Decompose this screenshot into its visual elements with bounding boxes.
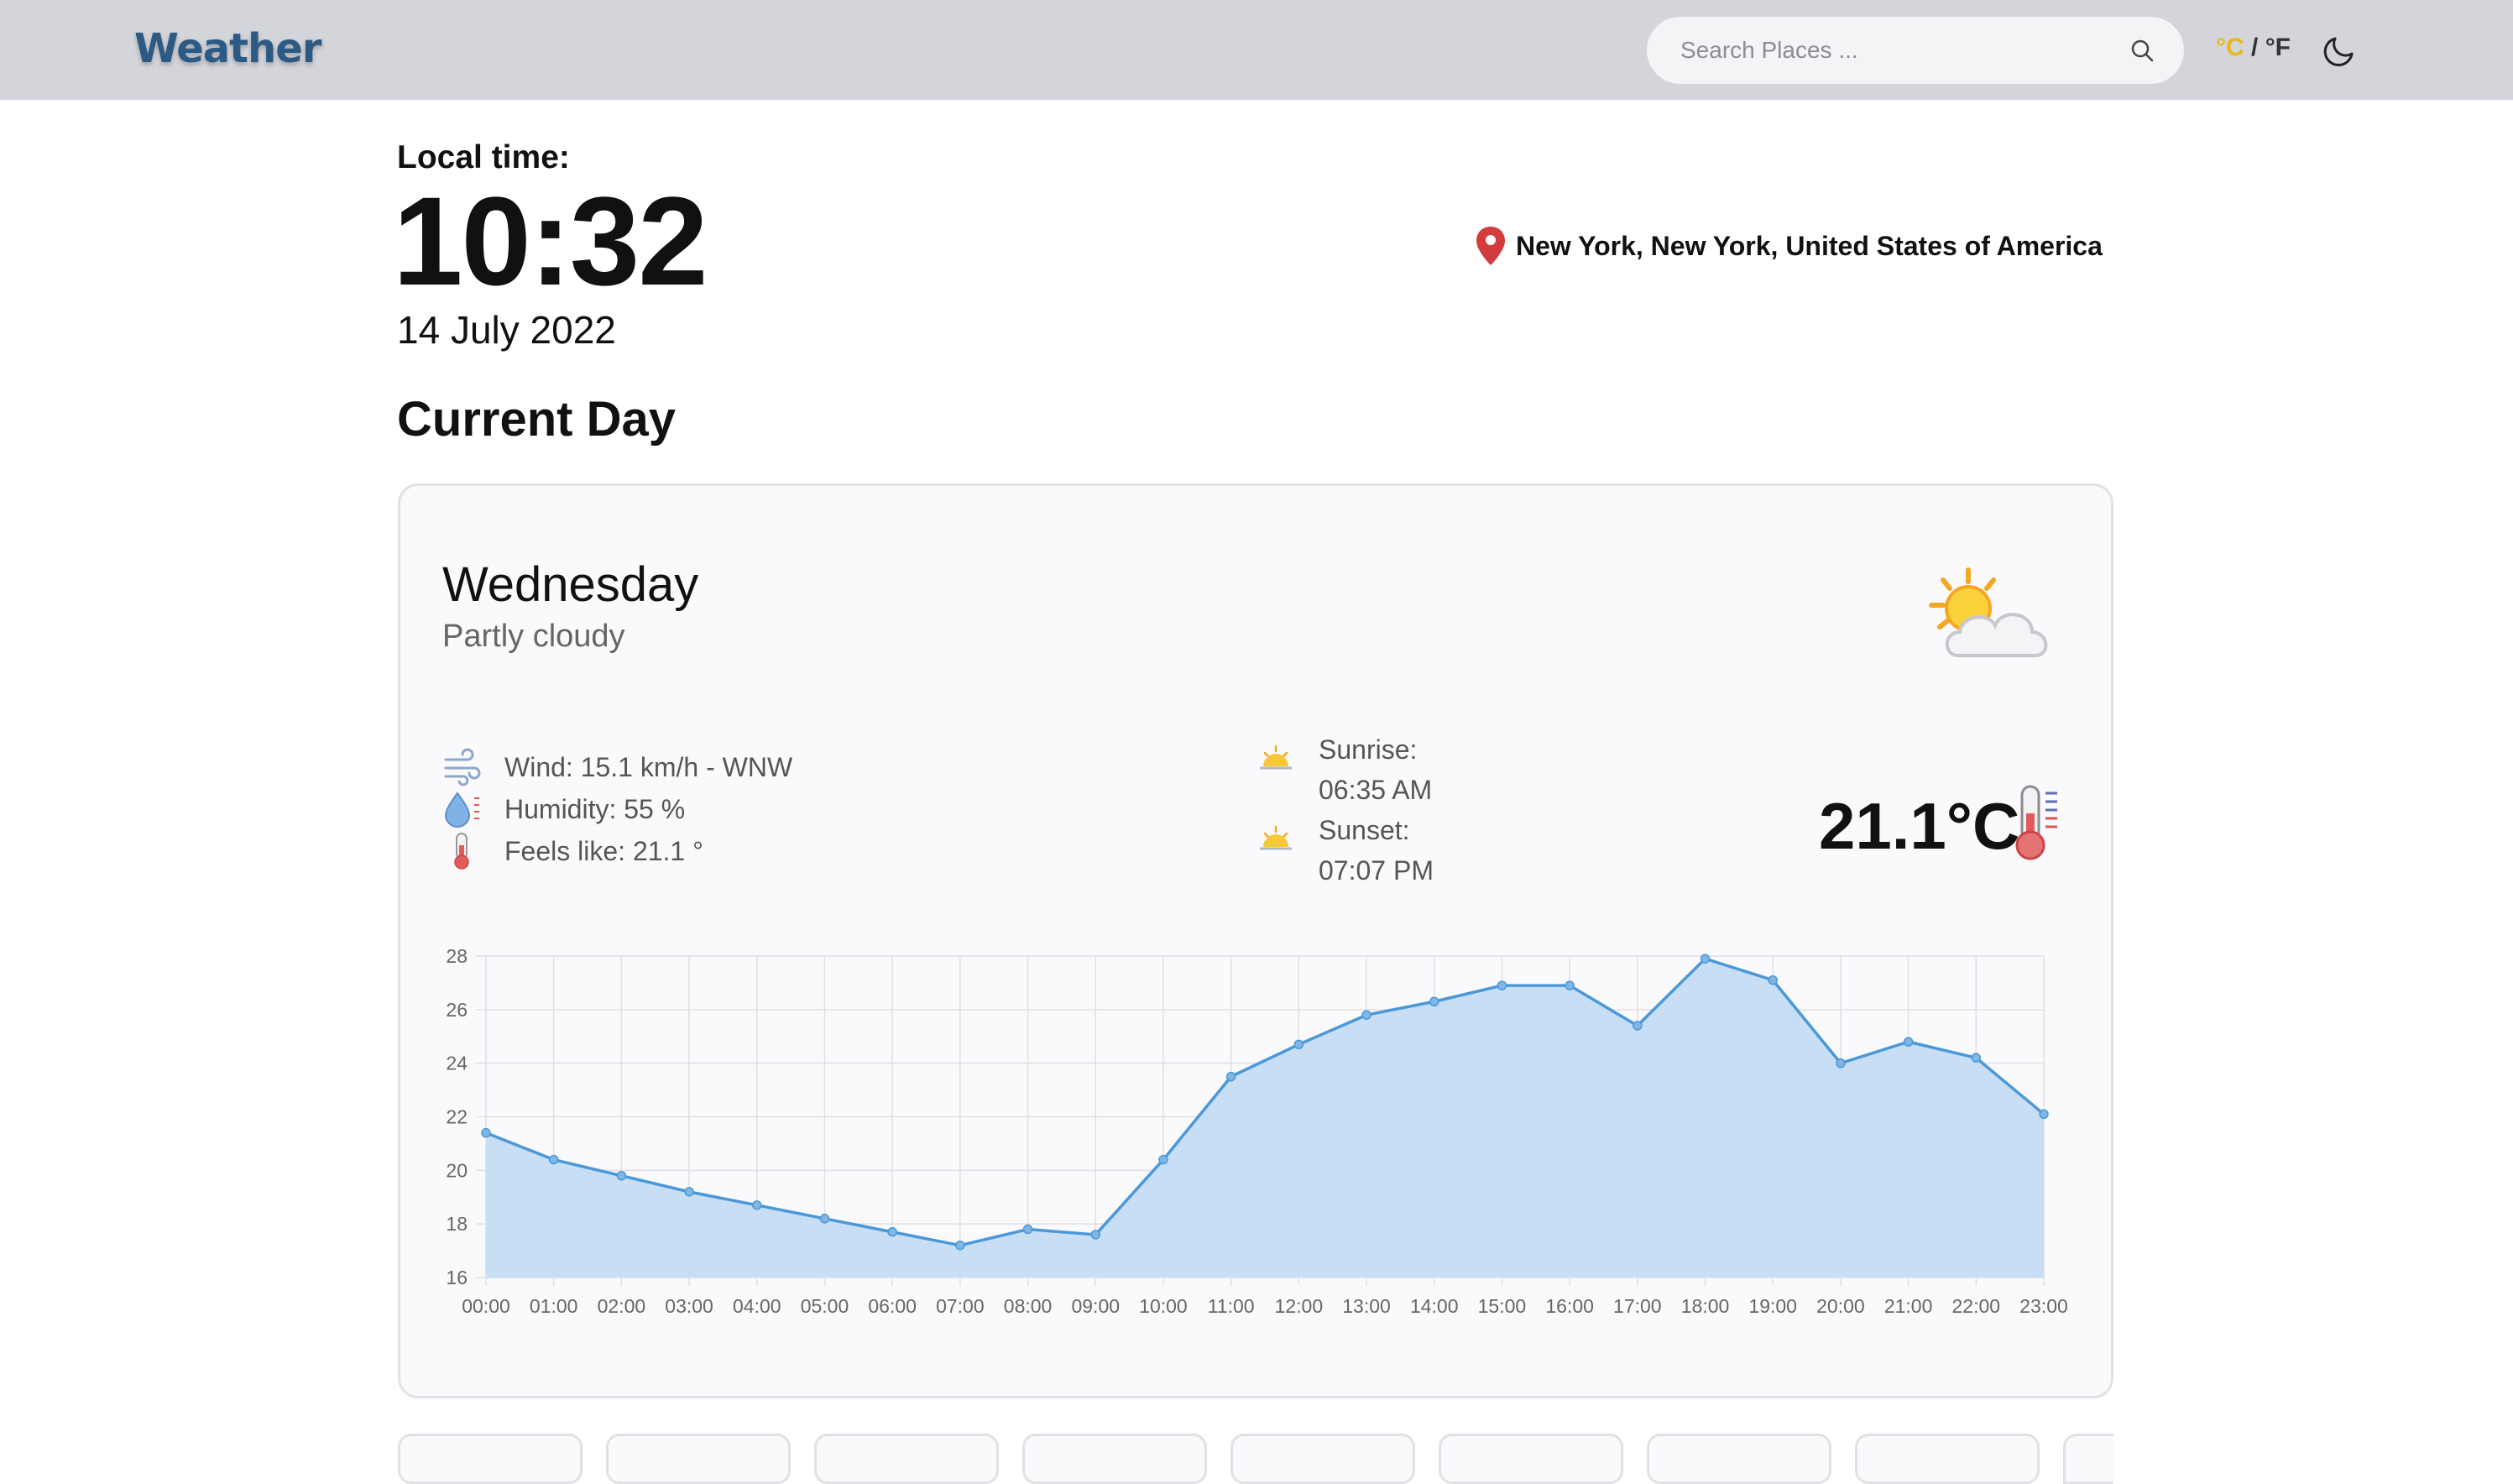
x-tick-label: 10:00 — [1139, 1295, 1188, 1317]
location-text: New York, New York, United States of Ame… — [1516, 230, 2103, 261]
data-point — [2039, 1109, 2049, 1120]
x-tick-label: 01:00 — [530, 1295, 578, 1317]
daily-card[interactable] — [814, 1434, 999, 1484]
data-point — [1429, 996, 1439, 1007]
top-navbar: Weather °C / °F — [0, 0, 2513, 100]
hourly-temperature-chart: 16 18 20 22 24 26 28 00:00 01:00 02:00 03:00 04:00… — [446, 945, 2068, 1317]
data-point — [1293, 1039, 1304, 1050]
location: New York, New York, United States of Ame… — [1474, 225, 2103, 267]
data-point — [955, 1240, 965, 1251]
x-tick-label: 06:00 — [868, 1295, 917, 1317]
local-date: 14 July 2022 — [397, 308, 616, 352]
x-tick-label: 19:00 — [1748, 1295, 1797, 1317]
daily-card[interactable] — [1855, 1434, 2040, 1484]
unit-toggle: °C / °F — [2216, 34, 2291, 62]
data-point — [887, 1226, 897, 1237]
y-tick-label: 26 — [446, 999, 468, 1021]
data-point — [548, 1154, 559, 1165]
data-point — [1903, 1037, 1914, 1047]
data-point — [752, 1200, 762, 1210]
y-tick-label: 20 — [446, 1159, 468, 1181]
daily-card[interactable] — [398, 1434, 583, 1484]
search-box[interactable] — [1647, 17, 2184, 84]
daily-card[interactable] — [1647, 1434, 1831, 1484]
data-point — [1768, 975, 1778, 985]
moon-icon[interactable] — [2322, 32, 2359, 69]
x-tick-label: 14:00 — [1410, 1295, 1459, 1317]
data-point — [684, 1187, 694, 1197]
x-tick-label: 13:00 — [1342, 1295, 1391, 1317]
x-tick-label: 02:00 — [598, 1295, 646, 1317]
data-point — [1497, 980, 1507, 990]
x-tick-label: 03:00 — [665, 1295, 713, 1317]
data-point — [1836, 1058, 1846, 1069]
temperature-area — [486, 959, 2044, 1278]
local-time-value: 10:32 — [393, 170, 708, 311]
map-pin-icon — [1476, 227, 1505, 265]
x-tick-label: 11:00 — [1208, 1295, 1255, 1317]
data-point — [481, 1127, 491, 1138]
y-tick-label: 22 — [446, 1106, 468, 1128]
data-point — [1022, 1224, 1033, 1235]
x-tick-label: 18:00 — [1681, 1295, 1730, 1317]
data-point — [616, 1170, 627, 1181]
data-point — [1158, 1154, 1168, 1165]
data-point — [1225, 1071, 1236, 1082]
data-point — [1090, 1230, 1101, 1240]
x-tick-label: 23:00 — [2019, 1295, 2068, 1317]
daily-card[interactable] — [1439, 1434, 1623, 1484]
y-tick-label: 16 — [446, 1267, 468, 1288]
x-tick-label: 16:00 — [1545, 1295, 1594, 1317]
daily-card[interactable] — [606, 1434, 791, 1484]
x-tick-label: 21:00 — [1884, 1295, 1933, 1317]
data-point — [1361, 1010, 1371, 1020]
x-tick-label: 20:00 — [1816, 1295, 1865, 1317]
x-tick-label: 09:00 — [1071, 1295, 1120, 1317]
daily-card[interactable] — [1230, 1434, 1415, 1484]
daily-card[interactable] — [2063, 1434, 2113, 1484]
current-day-card: Wednesday Partly cloudy Wind: 15.1 km/h … — [398, 483, 2113, 1398]
data-point — [1700, 954, 1711, 964]
x-tick-label: 08:00 — [1004, 1295, 1053, 1317]
y-tick-label: 18 — [446, 1213, 468, 1235]
unit-celsius[interactable]: °C — [2216, 34, 2244, 61]
x-axis-ticks: 00:00 01:00 02:00 03:00 04:00 05:00 06:00 07:00… — [462, 1295, 2068, 1317]
data-point — [1565, 980, 1575, 990]
x-tick-label: 22:00 — [1952, 1295, 2001, 1317]
data-point — [1633, 1021, 1643, 1031]
x-tick-label: 15:00 — [1478, 1295, 1527, 1317]
x-tick-label: 05:00 — [801, 1295, 849, 1317]
y-axis-ticks: 16 18 20 22 24 26 28 — [446, 945, 468, 1288]
daily-card[interactable] — [1022, 1434, 1207, 1484]
x-tick-label: 04:00 — [733, 1295, 781, 1317]
y-tick-label: 24 — [446, 1053, 468, 1074]
data-point — [1971, 1053, 1982, 1063]
data-point — [819, 1214, 830, 1224]
x-tick-label: 00:00 — [462, 1295, 510, 1317]
y-tick-label: 28 — [446, 945, 468, 967]
x-tick-label: 17:00 — [1613, 1295, 1662, 1317]
app-brand[interactable]: Weather — [134, 25, 322, 72]
x-tick-label: 07:00 — [936, 1295, 985, 1317]
unit-fahrenheit[interactable]: °F — [2265, 34, 2291, 61]
search-icon[interactable] — [2129, 37, 2155, 64]
unit-separator: / — [2244, 34, 2265, 61]
x-tick-label: 12:00 — [1275, 1295, 1324, 1317]
section-title: Current Day — [397, 392, 676, 447]
search-input[interactable] — [1680, 17, 2117, 84]
